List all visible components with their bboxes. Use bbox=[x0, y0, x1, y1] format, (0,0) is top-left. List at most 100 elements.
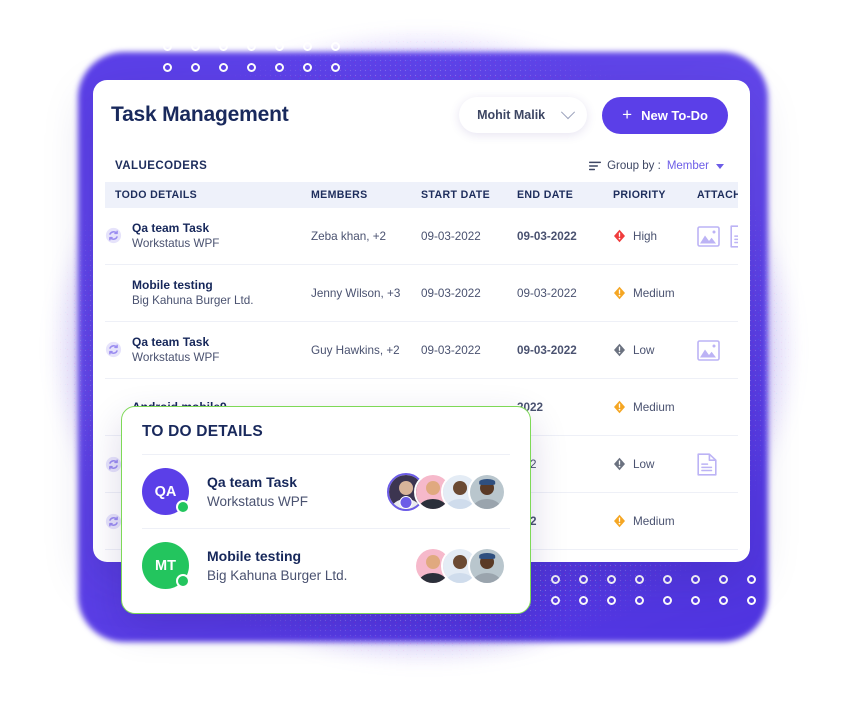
avatar-head bbox=[399, 480, 413, 495]
priority-label: Medium bbox=[633, 400, 675, 414]
overlay-text-group: Qa team Task Workstatus WPF bbox=[207, 472, 308, 512]
group-by-label: Group by : bbox=[607, 160, 661, 172]
decorative-dot bbox=[331, 42, 340, 51]
todo-text-group: Mobile testing Big Kahuna Burger Ltd. bbox=[132, 277, 254, 309]
cell-priority: Medium bbox=[613, 378, 697, 436]
todo-text-group: Qa team Task Workstatus WPF bbox=[132, 220, 219, 252]
column-header-members[interactable]: MEMBERS bbox=[311, 182, 421, 208]
priority-icon bbox=[614, 400, 625, 414]
overlay-item-title: Mobile testing bbox=[207, 547, 302, 564]
column-header-start-date[interactable]: START DATE bbox=[421, 182, 517, 208]
overlay-list-item[interactable]: QA Qa team Task Workstatus WPF bbox=[142, 454, 510, 528]
sort-lines-icon bbox=[589, 161, 602, 171]
decorative-dot bbox=[691, 575, 700, 584]
avatar-head bbox=[453, 480, 467, 495]
table-row[interactable]: Qa team Task Workstatus WPF Zeba khan, +2 0… bbox=[105, 208, 738, 265]
cell-attachments bbox=[697, 208, 738, 265]
recurring-slot bbox=[105, 227, 124, 244]
cell-members: Zeba khan, +2 bbox=[311, 208, 421, 265]
decorative-dot bbox=[719, 575, 728, 584]
card-header: Task Management Mohit Malik + New To-Do bbox=[93, 80, 750, 150]
cell-todo-details: Qa team Task Workstatus WPF bbox=[105, 208, 311, 265]
table-header-row: TODO DETAILS MEMBERS START DATE END DATE… bbox=[105, 182, 738, 208]
image-icon[interactable] bbox=[697, 339, 720, 361]
member-avatar[interactable] bbox=[468, 472, 506, 511]
column-header-attachments[interactable]: ATTACHMENTS bbox=[697, 182, 738, 208]
decorative-dot bbox=[635, 596, 644, 605]
status-dot-icon bbox=[176, 574, 190, 588]
decorative-dot bbox=[247, 63, 256, 72]
overlay-avatar-stack bbox=[387, 472, 510, 511]
cell-members: Guy Hawkins, +2 bbox=[311, 321, 421, 379]
cell-todo-details: Qa team Task Workstatus WPF bbox=[105, 321, 311, 379]
column-header-end-date[interactable]: END DATE bbox=[517, 182, 613, 208]
cell-end-date: 09-03-2022 bbox=[517, 208, 613, 265]
todo-details-overlay-card: TO DO DETAILS QA Qa team Task Workstatus W… bbox=[121, 406, 531, 614]
member-avatar[interactable] bbox=[468, 546, 506, 585]
table-row[interactable]: Mobile testing Big Kahuna Burger Ltd. Jenn… bbox=[105, 264, 738, 322]
page-title: Task Management bbox=[111, 103, 289, 126]
priority-group: Medium bbox=[613, 514, 697, 528]
recurring-icon bbox=[105, 513, 122, 529]
cell-priority: Medium bbox=[613, 264, 697, 322]
group-by-control[interactable]: Group by : Member bbox=[589, 160, 724, 172]
cell-members: Jenny Wilson, +3 bbox=[311, 264, 421, 322]
overlay-list-item[interactable]: MT Mobile testing Big Kahuna Burger Ltd. bbox=[142, 528, 510, 602]
priority-group: Low bbox=[613, 343, 697, 357]
group-bar: VALUECODERS Group by : Member bbox=[105, 150, 738, 182]
decorative-dot bbox=[163, 42, 172, 51]
avatar-head bbox=[453, 554, 467, 569]
priority-icon bbox=[614, 229, 625, 243]
cell-start-date: 09-03-2022 bbox=[421, 208, 517, 265]
recurring-slot bbox=[105, 341, 124, 358]
avatar-head bbox=[426, 554, 440, 569]
cell-end-date: 2022 bbox=[517, 378, 613, 436]
document-icon[interactable] bbox=[730, 224, 738, 248]
decorative-dot bbox=[247, 42, 256, 51]
column-header-priority[interactable]: PRIORITY bbox=[613, 182, 697, 208]
priority-label: High bbox=[633, 229, 658, 243]
recurring-icon bbox=[105, 228, 122, 244]
priority-icon bbox=[614, 514, 625, 528]
todo-text-group: Qa team Task Workstatus WPF bbox=[132, 334, 219, 366]
attachment-group bbox=[697, 339, 738, 361]
overlay-avatar-text: MT bbox=[155, 557, 176, 574]
new-todo-button-label: New To-Do bbox=[641, 107, 708, 123]
decorative-dot bbox=[331, 63, 340, 72]
cell-end-date: 022 bbox=[517, 492, 613, 550]
overlay-row-list: QA Qa team Task Workstatus WPF MT Mobile tes… bbox=[142, 454, 510, 602]
user-select-value: Mohit Malik bbox=[477, 108, 546, 122]
cell-attachments bbox=[697, 492, 738, 550]
decorative-dot bbox=[551, 596, 560, 605]
screenshot-stage: Task Management Mohit Malik + New To-Do … bbox=[0, 0, 843, 708]
decorative-dot bbox=[607, 596, 616, 605]
decorative-dot-grid-top bbox=[163, 42, 340, 72]
todo-detail-group: Qa team Task Workstatus WPF bbox=[105, 220, 311, 252]
decorative-dot bbox=[303, 63, 312, 72]
recurring-icon bbox=[105, 456, 122, 472]
todo-subtitle: Workstatus WPF bbox=[132, 351, 220, 365]
user-select-dropdown[interactable]: Mohit Malik bbox=[459, 97, 588, 133]
decorative-dot bbox=[219, 42, 228, 51]
avatar-badge-icon bbox=[399, 495, 413, 509]
cell-start-date: 09-03-2022 bbox=[421, 321, 517, 379]
attachment-group bbox=[697, 224, 738, 248]
decorative-dot bbox=[607, 575, 616, 584]
new-todo-button[interactable]: + New To-Do bbox=[602, 96, 728, 134]
decorative-dot bbox=[579, 596, 588, 605]
image-icon[interactable] bbox=[697, 225, 720, 247]
priority-label: Low bbox=[633, 457, 655, 471]
table-row[interactable]: Qa team Task Workstatus WPF Guy Hawkins, +… bbox=[105, 321, 738, 379]
decorative-dot bbox=[747, 596, 756, 605]
column-header-todo-details[interactable]: TODO DETAILS bbox=[105, 182, 311, 208]
plus-icon: + bbox=[622, 105, 633, 124]
cell-start-date: 09-03-2022 bbox=[421, 264, 517, 322]
decorative-dot bbox=[191, 42, 200, 51]
document-icon[interactable] bbox=[697, 452, 717, 476]
todo-detail-group: Qa team Task Workstatus WPF bbox=[105, 334, 311, 366]
cell-attachments bbox=[697, 378, 738, 436]
decorative-dot bbox=[551, 575, 560, 584]
table-header: TODO DETAILS MEMBERS START DATE END DATE… bbox=[105, 182, 738, 208]
decorative-dot bbox=[219, 63, 228, 72]
decorative-dot bbox=[663, 575, 672, 584]
